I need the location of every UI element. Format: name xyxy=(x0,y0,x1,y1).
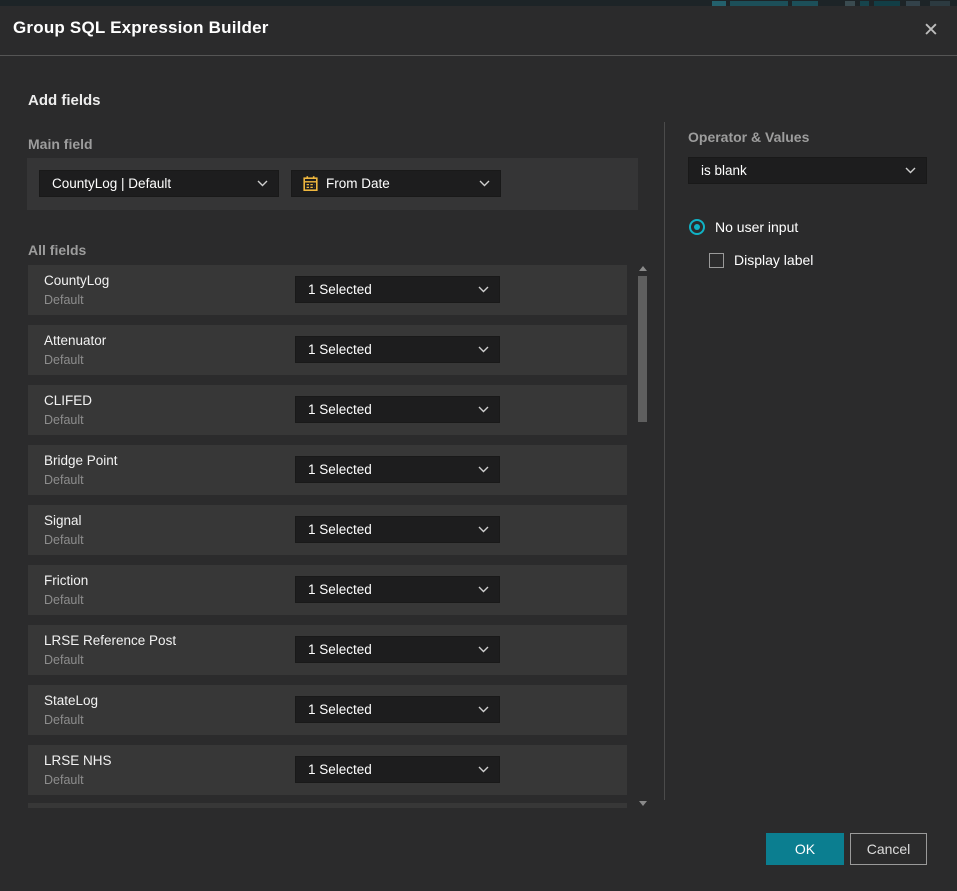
chevron-down-icon xyxy=(478,286,489,293)
chevron-down-icon xyxy=(478,646,489,653)
field-row: Friction Default 1 Selected xyxy=(28,565,627,615)
main-field-value-dropdown[interactable]: From Date xyxy=(291,170,501,197)
field-row-selection: 1 Selected xyxy=(296,342,478,357)
display-label-text: Display label xyxy=(734,252,813,268)
field-row-name: Signal xyxy=(44,513,82,528)
field-row-sub: Default xyxy=(44,653,84,667)
group-sql-expression-builder-dialog: Group SQL Expression Builder ✕ Add field… xyxy=(0,6,957,891)
field-row-selection: 1 Selected xyxy=(296,582,478,597)
field-row-selection-dropdown[interactable]: 1 Selected xyxy=(295,636,500,663)
field-row-name: Friction xyxy=(44,573,88,588)
field-row: Attenuator Default 1 Selected xyxy=(28,325,627,375)
field-row-name: CLIFED xyxy=(44,393,92,408)
main-field-dropdown-value: From Date xyxy=(317,176,479,191)
list-scrollbar[interactable] xyxy=(637,262,649,808)
scroll-up-icon[interactable] xyxy=(639,266,647,271)
close-button[interactable]: ✕ xyxy=(918,17,944,43)
cancel-button[interactable]: Cancel xyxy=(850,833,927,865)
add-fields-heading: Add fields xyxy=(28,92,101,109)
no-user-input-label: No user input xyxy=(715,219,798,235)
chevron-down-icon xyxy=(478,406,489,413)
field-row-selection-dropdown[interactable]: 1 Selected xyxy=(295,276,500,303)
field-row-sub: Default xyxy=(44,473,84,487)
scroll-down-icon[interactable] xyxy=(639,801,647,806)
field-row: CountyLog Default 1 Selected xyxy=(28,265,627,315)
field-row-sub: Default xyxy=(44,713,84,727)
dialog-titlebar: Group SQL Expression Builder ✕ xyxy=(0,6,957,56)
operator-dropdown-value: is blank xyxy=(689,163,905,178)
screen: Group SQL Expression Builder ✕ Add field… xyxy=(0,0,957,891)
field-row-sub: Default xyxy=(44,773,84,787)
field-row-selection-dropdown[interactable]: 1 Selected xyxy=(295,456,500,483)
chevron-down-icon xyxy=(478,526,489,533)
operator-values-label: Operator & Values xyxy=(688,129,809,145)
field-row-selection: 1 Selected xyxy=(296,642,478,657)
field-row: Signal Default 1 Selected xyxy=(28,505,627,555)
field-row: CLIFED Default 1 Selected xyxy=(28,385,627,435)
field-row-name: CountyLog xyxy=(44,273,109,288)
field-row-sub: Default xyxy=(44,593,84,607)
scrollbar-thumb[interactable] xyxy=(638,276,647,422)
field-row-selection-dropdown[interactable]: 1 Selected xyxy=(295,396,500,423)
field-row-partial xyxy=(28,803,627,808)
display-label-checkbox[interactable]: Display label xyxy=(709,252,813,268)
layer-dropdown[interactable]: CountyLog | Default xyxy=(39,170,279,197)
all-fields-label: All fields xyxy=(28,242,86,258)
field-row-selection: 1 Selected xyxy=(296,282,478,297)
chevron-down-icon xyxy=(478,586,489,593)
field-row-selection: 1 Selected xyxy=(296,762,478,777)
field-row-selection: 1 Selected xyxy=(296,702,478,717)
dialog-title: Group SQL Expression Builder xyxy=(13,18,269,38)
field-row-selection-dropdown[interactable]: 1 Selected xyxy=(295,696,500,723)
field-row-selection-dropdown[interactable]: 1 Selected xyxy=(295,516,500,543)
field-row-sub: Default xyxy=(44,533,84,547)
panel-divider xyxy=(664,122,665,800)
field-row-selection: 1 Selected xyxy=(296,522,478,537)
main-field-panel: CountyLog | Default From Date xyxy=(27,158,638,210)
field-row-name: StateLog xyxy=(44,693,98,708)
chevron-down-icon xyxy=(257,180,268,187)
field-row: LRSE NHS Default 1 Selected xyxy=(28,745,627,795)
no-user-input-radio[interactable]: No user input xyxy=(689,219,798,235)
field-row-selection-dropdown[interactable]: 1 Selected xyxy=(295,576,500,603)
field-row-sub: Default xyxy=(44,353,84,367)
chevron-down-icon xyxy=(478,706,489,713)
field-row-name: LRSE NHS xyxy=(44,753,112,768)
operator-dropdown[interactable]: is blank xyxy=(688,157,927,184)
ok-button[interactable]: OK xyxy=(766,833,844,865)
chevron-down-icon xyxy=(478,346,489,353)
field-row-sub: Default xyxy=(44,293,84,307)
field-row: Bridge Point Default 1 Selected xyxy=(28,445,627,495)
field-row-selection-dropdown[interactable]: 1 Selected xyxy=(295,756,500,783)
field-row-name: Bridge Point xyxy=(44,453,118,468)
field-row: StateLog Default 1 Selected xyxy=(28,685,627,735)
checkbox-unchecked-icon xyxy=(709,253,724,268)
field-row-selection: 1 Selected xyxy=(296,402,478,417)
field-row-selection: 1 Selected xyxy=(296,462,478,477)
field-row-name: LRSE Reference Post xyxy=(44,633,176,648)
radio-selected-icon xyxy=(689,219,705,235)
field-row-sub: Default xyxy=(44,413,84,427)
all-fields-list: CountyLog Default 1 Selected Attenuator … xyxy=(28,265,627,805)
chevron-down-icon xyxy=(479,180,490,187)
chevron-down-icon xyxy=(478,766,489,773)
chevron-down-icon xyxy=(478,466,489,473)
field-row-selection-dropdown[interactable]: 1 Selected xyxy=(295,336,500,363)
field-row: LRSE Reference Post Default 1 Selected xyxy=(28,625,627,675)
main-field-label: Main field xyxy=(28,136,93,152)
layer-dropdown-value: CountyLog | Default xyxy=(40,176,257,191)
close-icon: ✕ xyxy=(923,19,939,42)
field-row-name: Attenuator xyxy=(44,333,106,348)
chevron-down-icon xyxy=(905,167,916,174)
